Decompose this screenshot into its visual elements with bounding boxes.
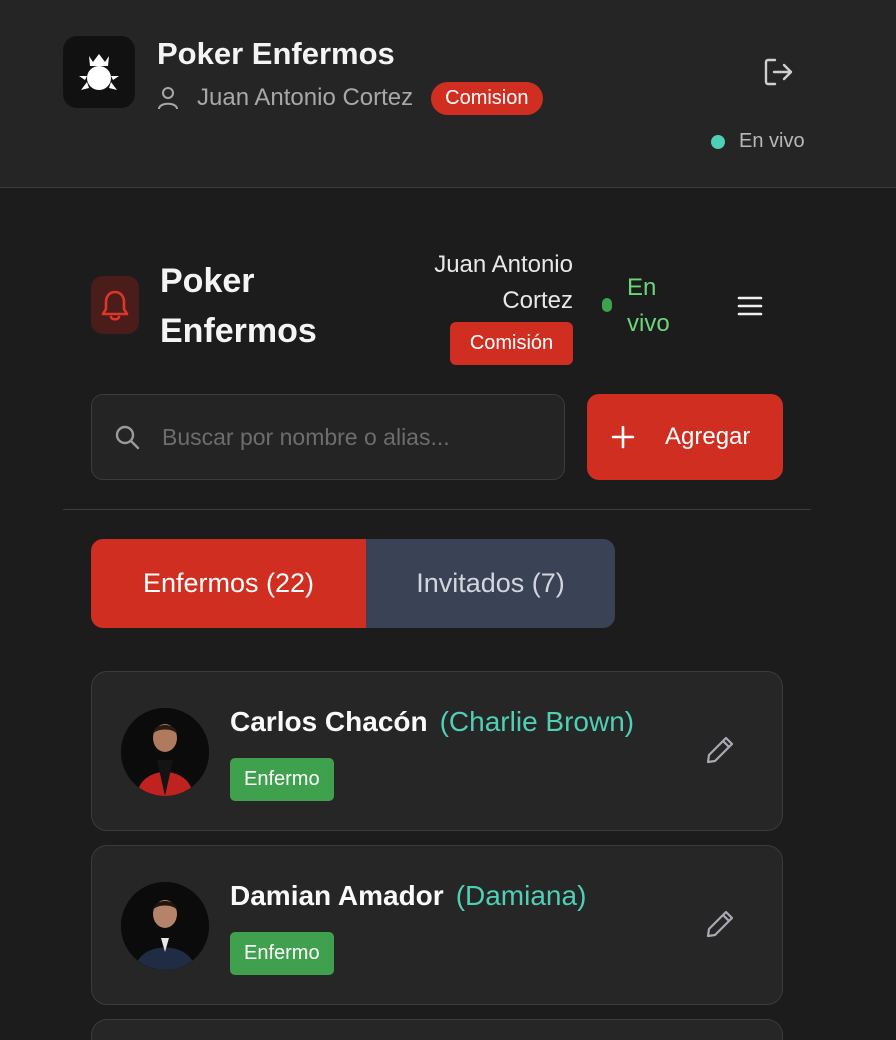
edit-button[interactable]: [704, 908, 736, 940]
tab-enfermos[interactable]: Enfermos (22): [91, 539, 366, 628]
player-photo: [121, 708, 209, 796]
inner-role-badge: Comisión: [450, 322, 573, 365]
player-name-row: Carlos Chacón (Charlie Brown): [230, 706, 634, 738]
pencil-icon: [706, 910, 734, 938]
plus-icon: [611, 425, 635, 449]
avatar: [121, 708, 209, 796]
club-logo: [63, 36, 135, 108]
role-badge: Comision: [431, 81, 543, 115]
live-dot: [711, 134, 725, 149]
add-button-label: Agregar: [665, 423, 751, 450]
player-name: Damian Amador: [230, 880, 444, 911]
current-user: Juan Antonio Cortez Comision: [157, 80, 543, 116]
search-icon: [115, 425, 140, 450]
top-header: Poker Enfermos Juan Antonio Cortez Comis…: [0, 0, 896, 188]
avatar: [121, 882, 209, 970]
live-indicator: En vivo: [711, 130, 805, 153]
player-card[interactable]: Damian Amador (Damiana) Enfermo: [91, 845, 783, 1005]
inner-live-label: En vivo: [627, 274, 670, 337]
player-card-partial[interactable]: [91, 1019, 783, 1040]
search-input[interactable]: [162, 423, 542, 451]
player-name: Carlos Chacón: [230, 706, 428, 737]
user-name: Juan Antonio Cortez: [197, 84, 414, 111]
live-label: En vivo: [739, 130, 805, 152]
add-player-button[interactable]: Agregar: [587, 394, 783, 480]
notifications-button[interactable]: [91, 276, 139, 334]
search-box: [91, 394, 565, 480]
logout-icon: [764, 58, 793, 86]
hamburger-menu-icon: [737, 296, 763, 316]
player-alias: (Charlie Brown): [439, 706, 635, 737]
tab-invitados[interactable]: Invitados (7): [366, 539, 615, 628]
status-badge: Enfermo: [230, 758, 334, 801]
app-title: Poker Enfermos: [157, 36, 395, 71]
player-photo: [121, 882, 209, 970]
crown-club-logo-icon: [79, 54, 119, 90]
logout-button[interactable]: [758, 52, 798, 92]
player-name-row: Damian Amador (Damiana): [230, 880, 586, 912]
player-card[interactable]: Carlos Chacón (Charlie Brown) Enfermo: [91, 671, 783, 831]
player-tabs: Enfermos (22) Invitados (7): [91, 539, 615, 628]
bell-icon: [101, 290, 129, 321]
status-badge: Enfermo: [230, 932, 334, 975]
edit-button[interactable]: [704, 734, 736, 766]
divider: [63, 509, 811, 510]
inner-user-name: Juan Antonio Cortez: [434, 251, 573, 314]
section-title: Poker Enfermos: [160, 262, 317, 350]
menu-button[interactable]: [736, 292, 764, 320]
inner-live-dot: [602, 298, 612, 312]
person-icon: [158, 87, 178, 110]
pencil-icon: [706, 736, 734, 764]
player-alias: (Damiana): [455, 880, 587, 911]
